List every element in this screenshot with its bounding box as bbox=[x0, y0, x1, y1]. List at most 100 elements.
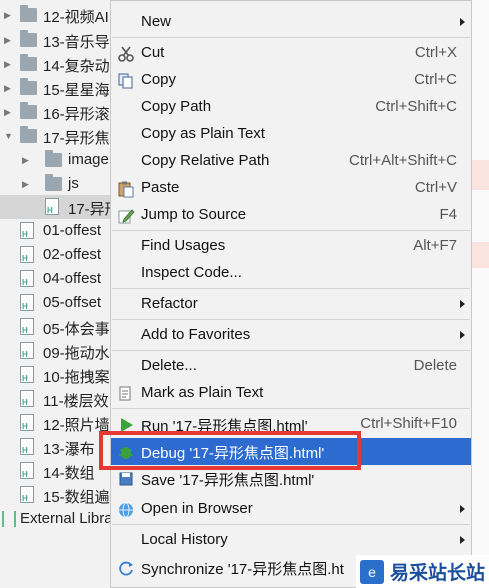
menu-item-label: Save '17-异形焦点图.html' bbox=[141, 472, 315, 489]
plain-text-icon bbox=[119, 386, 131, 401]
tree-item-label: 09-拖动水 bbox=[43, 345, 110, 362]
globe-icon bbox=[119, 502, 133, 518]
folder-open-icon bbox=[20, 126, 37, 143]
html-file-icon bbox=[20, 246, 34, 263]
folder-icon bbox=[20, 54, 37, 71]
tree-item-label: 17-异形焦 bbox=[43, 130, 110, 147]
highlight-strip bbox=[470, 242, 489, 268]
menu-separator bbox=[112, 319, 470, 320]
menu-item-label: Jump to Source bbox=[141, 206, 247, 223]
library-icon bbox=[2, 511, 16, 527]
edit-icon bbox=[118, 209, 135, 224]
expand-arrow-icon[interactable]: ▶ bbox=[4, 59, 14, 69]
annotation-highlight-box bbox=[99, 431, 361, 470]
html-file-icon bbox=[20, 366, 34, 383]
expand-arrow-icon[interactable]: ▶ bbox=[4, 107, 14, 117]
menu-item-shortcut: Ctrl+Alt+Shift+C bbox=[349, 152, 457, 169]
html-file-icon bbox=[20, 486, 34, 503]
menu-item-label: Mark as Plain Text bbox=[141, 384, 264, 401]
tree-item-label: 12-视频AI bbox=[43, 9, 109, 26]
html-file-icon bbox=[20, 294, 34, 311]
tree-item-label: js bbox=[68, 175, 79, 192]
html-file-icon bbox=[20, 438, 34, 455]
menu-item-add-to-favorites[interactable]: Add to Favorites bbox=[111, 322, 471, 349]
folder-icon bbox=[20, 30, 37, 47]
tree-item-label: 15-星星海 bbox=[43, 82, 110, 99]
tree-item-label: 14-数组 bbox=[43, 465, 95, 482]
menu-item-new[interactable]: New bbox=[111, 9, 471, 36]
save-icon bbox=[119, 472, 133, 486]
html-file-icon bbox=[20, 318, 34, 335]
tree-item-label: 10-拖拽案 bbox=[43, 369, 110, 386]
menu-item-label: Refactor bbox=[141, 295, 198, 312]
watermark-text: 易采站长站 bbox=[390, 562, 486, 584]
menu-item-label: Delete... bbox=[141, 357, 197, 374]
tree-item-label: image bbox=[68, 151, 109, 168]
watermark-logo-icon: e bbox=[360, 559, 384, 584]
html-file-icon bbox=[20, 222, 34, 239]
tree-item-label: 05-体会事 bbox=[43, 321, 110, 338]
menu-item-shortcut: Delete bbox=[413, 357, 457, 374]
submenu-arrow-icon bbox=[460, 18, 465, 26]
context-menu: New Cut Ctrl+X Copy Ctrl+C Copy Path Ctr… bbox=[110, 0, 472, 588]
menu-item-shortcut: Ctrl+X bbox=[414, 44, 457, 61]
menu-item-shortcut: Ctrl+V bbox=[414, 179, 457, 196]
folder-icon bbox=[45, 174, 62, 191]
menu-item-refactor[interactable]: Refactor bbox=[111, 291, 471, 318]
submenu-arrow-icon bbox=[460, 331, 465, 339]
copy-icon bbox=[118, 73, 133, 89]
collapse-arrow-icon[interactable]: ▼ bbox=[4, 131, 14, 141]
menu-item-find-usages[interactable]: Find Usages Alt+F7 bbox=[111, 233, 471, 260]
menu-item-shortcut: F4 bbox=[439, 206, 457, 223]
watermark: e 易采站长站 bbox=[356, 555, 489, 588]
sync-icon bbox=[119, 561, 133, 576]
menu-item-label: Copy bbox=[141, 71, 177, 88]
menu-item-label: Paste bbox=[141, 179, 180, 196]
menu-item-label: Inspect Code... bbox=[141, 264, 242, 281]
expand-arrow-icon[interactable]: ▶ bbox=[4, 10, 14, 20]
menu-item-mark-as-plain-text[interactable]: Mark as Plain Text bbox=[111, 380, 471, 407]
menu-item-shortcut: Ctrl+Shift+C bbox=[375, 98, 457, 115]
tree-item-label: 04-offest bbox=[43, 270, 102, 287]
menu-item-label: Local History bbox=[141, 531, 228, 548]
tree-item-label: 05-offset bbox=[43, 294, 102, 311]
tree-item-label: 11-楼层效 bbox=[43, 393, 109, 410]
expand-arrow-icon[interactable]: ▶ bbox=[22, 179, 32, 189]
expand-arrow-icon[interactable]: ▶ bbox=[4, 83, 14, 93]
menu-item-copy-path[interactable]: Copy Path Ctrl+Shift+C bbox=[111, 94, 471, 121]
menu-item-copy[interactable]: Copy Ctrl+C bbox=[111, 67, 471, 94]
menu-item-cut[interactable]: Cut Ctrl+X bbox=[111, 40, 471, 67]
submenu-arrow-icon bbox=[460, 505, 465, 513]
menu-item-label: Copy Path bbox=[141, 98, 212, 115]
menu-item-label: New bbox=[141, 13, 172, 30]
menu-separator bbox=[112, 408, 470, 409]
tree-item-label: 15-数组遍 bbox=[43, 489, 110, 506]
menu-item-local-history[interactable]: Local History bbox=[111, 527, 471, 554]
tree-item-label: 13-音乐导 bbox=[43, 34, 110, 51]
expand-arrow-icon[interactable]: ▶ bbox=[4, 35, 14, 45]
menu-item-delete[interactable]: Delete... Delete bbox=[111, 353, 471, 380]
submenu-arrow-icon bbox=[460, 300, 465, 308]
folder-icon bbox=[20, 78, 37, 95]
menu-item-copy-relative-path[interactable]: Copy Relative Path Ctrl+Alt+Shift+C bbox=[111, 148, 471, 175]
highlight-strip bbox=[470, 160, 489, 190]
menu-separator bbox=[112, 230, 470, 231]
submenu-arrow-icon bbox=[460, 536, 465, 544]
menu-item-jump-to-source[interactable]: Jump to Source F4 bbox=[111, 202, 471, 229]
menu-item-label: Copy as Plain Text bbox=[141, 125, 265, 142]
menu-item-shortcut: Alt+F7 bbox=[413, 237, 457, 254]
menu-item-open-in-browser[interactable]: Open in Browser bbox=[111, 496, 471, 523]
html-file-icon bbox=[20, 414, 34, 431]
menu-item-paste[interactable]: Paste Ctrl+V bbox=[111, 175, 471, 202]
menu-item-label: Synchronize '17-异形焦点图.ht bbox=[141, 561, 344, 578]
menu-item-copy-as-plain-text[interactable]: Copy as Plain Text bbox=[111, 121, 471, 148]
tree-item-label: 02-offest bbox=[43, 246, 102, 263]
expand-arrow-icon[interactable]: ▶ bbox=[22, 155, 32, 165]
folder-icon bbox=[20, 102, 37, 119]
html-file-icon bbox=[20, 270, 34, 287]
tree-item-label: 01-offest bbox=[43, 222, 102, 239]
tree-item-label: 13-瀑布 bbox=[43, 441, 95, 458]
menu-item-label: Add to Favorites bbox=[141, 326, 251, 343]
tree-item-label: 14-复杂动 bbox=[43, 58, 110, 75]
menu-item-inspect-code[interactable]: Inspect Code... bbox=[111, 260, 471, 287]
